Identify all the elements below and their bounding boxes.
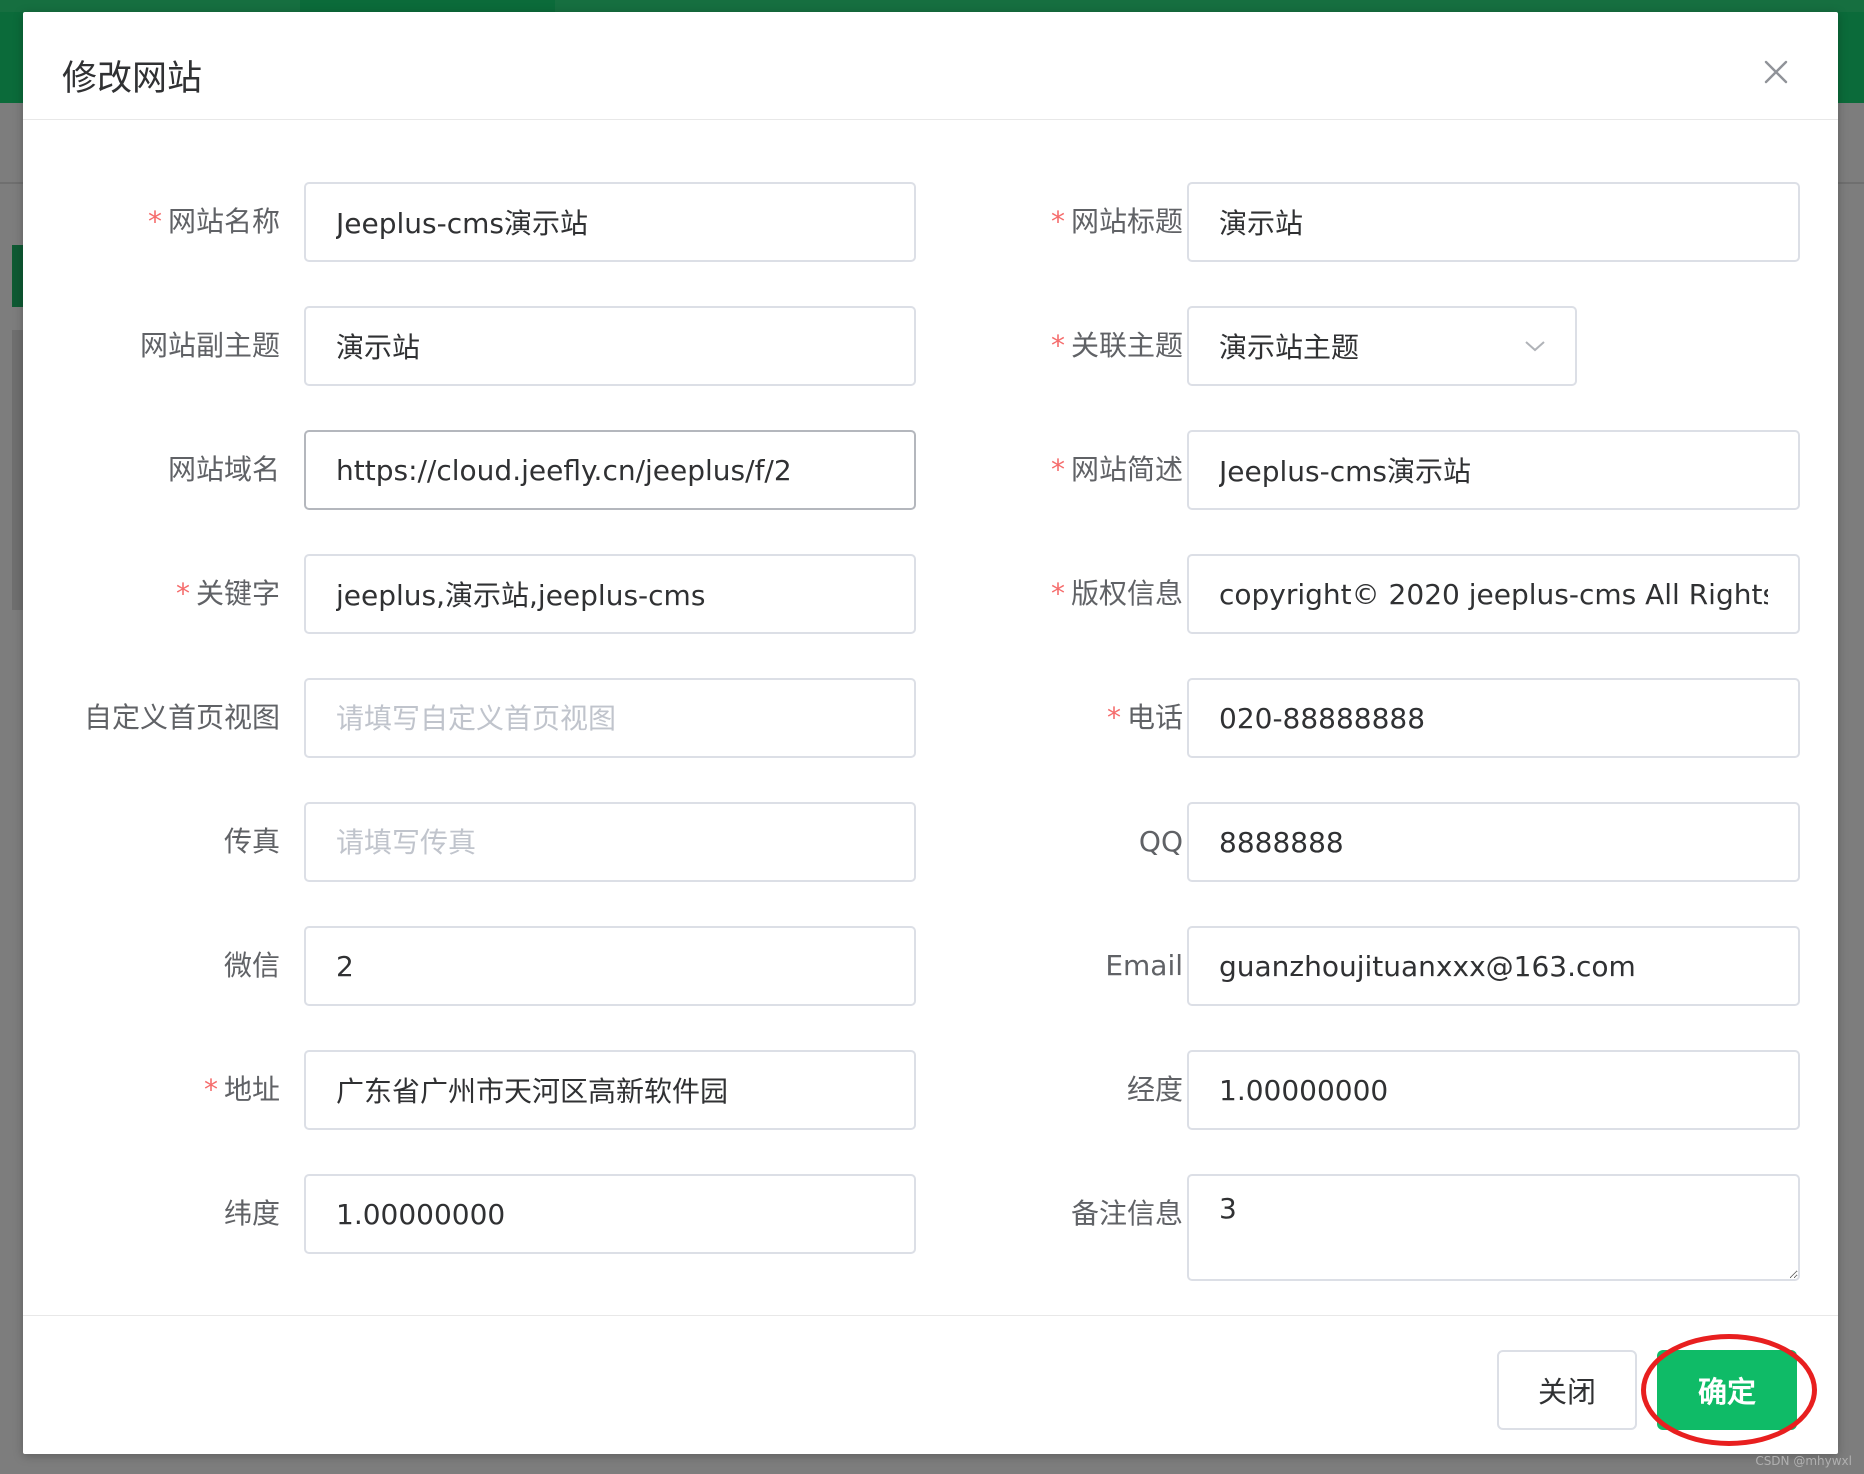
form-row: 传真 QQ — [23, 802, 1838, 882]
confirm-button[interactable]: 确定 — [1657, 1350, 1797, 1430]
email-label: Email — [1105, 949, 1183, 982]
dialog-title: 修改网站 — [62, 59, 203, 99]
form-row: *地址 经度 — [23, 1050, 1838, 1130]
keywords-label: * 关键字 — [175, 577, 280, 610]
form-row: *关键字 *版权信息 — [23, 554, 1838, 634]
site-desc-input[interactable] — [1187, 430, 1800, 510]
longitude-label: 经度 — [1126, 1073, 1183, 1106]
custom-home-input[interactable] — [304, 678, 916, 758]
site-desc-label: * 网站简述 — [1050, 453, 1183, 486]
remarks-label: 备注信息 — [1070, 1197, 1183, 1230]
address-label: * 地址 — [203, 1073, 280, 1106]
edit-site-dialog: 修改网站 *网站名称 *网站标题 网站副主题 *关联主题 网站域名 *网站简述 … — [23, 12, 1838, 1454]
keywords-input[interactable] — [304, 554, 916, 634]
dialog-footer: 关闭 确定 — [23, 1315, 1838, 1454]
site-name-label: * 网站名称 — [147, 205, 280, 238]
site-title-input[interactable] — [1187, 182, 1800, 262]
custom-home-label: 自定义首页视图 — [83, 701, 280, 734]
wechat-input[interactable] — [304, 926, 916, 1006]
form-row: *网站名称 *网站标题 — [23, 182, 1838, 262]
copyright-input[interactable] — [1187, 554, 1800, 634]
form-row: 网站副主题 *关联主题 — [23, 306, 1838, 386]
phone-input[interactable] — [1187, 678, 1800, 758]
related-theme-select[interactable] — [1187, 306, 1577, 386]
related-theme-select-value[interactable] — [1187, 306, 1577, 386]
remarks-textarea[interactable]: 3 — [1187, 1174, 1800, 1281]
qq-input[interactable] — [1187, 802, 1800, 882]
site-subtitle-input[interactable] — [304, 306, 916, 386]
related-theme-label: * 关联主题 — [1050, 329, 1183, 362]
chevron-down-icon — [1525, 341, 1545, 352]
site-subtitle-label: 网站副主题 — [139, 329, 280, 362]
form-row: 微信 Email — [23, 926, 1838, 1006]
latitude-label: 纬度 — [223, 1197, 280, 1230]
close-icon[interactable] — [1760, 56, 1792, 88]
dialog-header: 修改网站 — [23, 12, 1838, 120]
longitude-input[interactable] — [1187, 1050, 1800, 1130]
site-domain-label: 网站域名 — [167, 453, 280, 486]
fax-label: 传真 — [223, 825, 280, 858]
phone-label: * 电话 — [1106, 701, 1183, 734]
email-input[interactable] — [1187, 926, 1800, 1006]
form-row: 纬度 备注信息 3 — [23, 1174, 1838, 1282]
wechat-label: 微信 — [223, 949, 280, 982]
close-button[interactable]: 关闭 — [1497, 1350, 1637, 1430]
background-topbar-segment — [555, 0, 1864, 12]
fax-input[interactable] — [304, 802, 916, 882]
address-input[interactable] — [304, 1050, 916, 1130]
form-row: 网站域名 *网站简述 — [23, 430, 1838, 510]
site-domain-input[interactable] — [304, 430, 916, 510]
watermark: CSDN @mhywxl — [1755, 1454, 1852, 1468]
form-row: 自定义首页视图 *电话 — [23, 678, 1838, 758]
latitude-input[interactable] — [304, 1174, 916, 1254]
site-title-label: * 网站标题 — [1050, 205, 1183, 238]
copyright-label: * 版权信息 — [1050, 577, 1183, 610]
qq-label: QQ — [1138, 825, 1183, 858]
background-topbar-segment — [0, 0, 300, 12]
site-name-input[interactable] — [304, 182, 916, 262]
